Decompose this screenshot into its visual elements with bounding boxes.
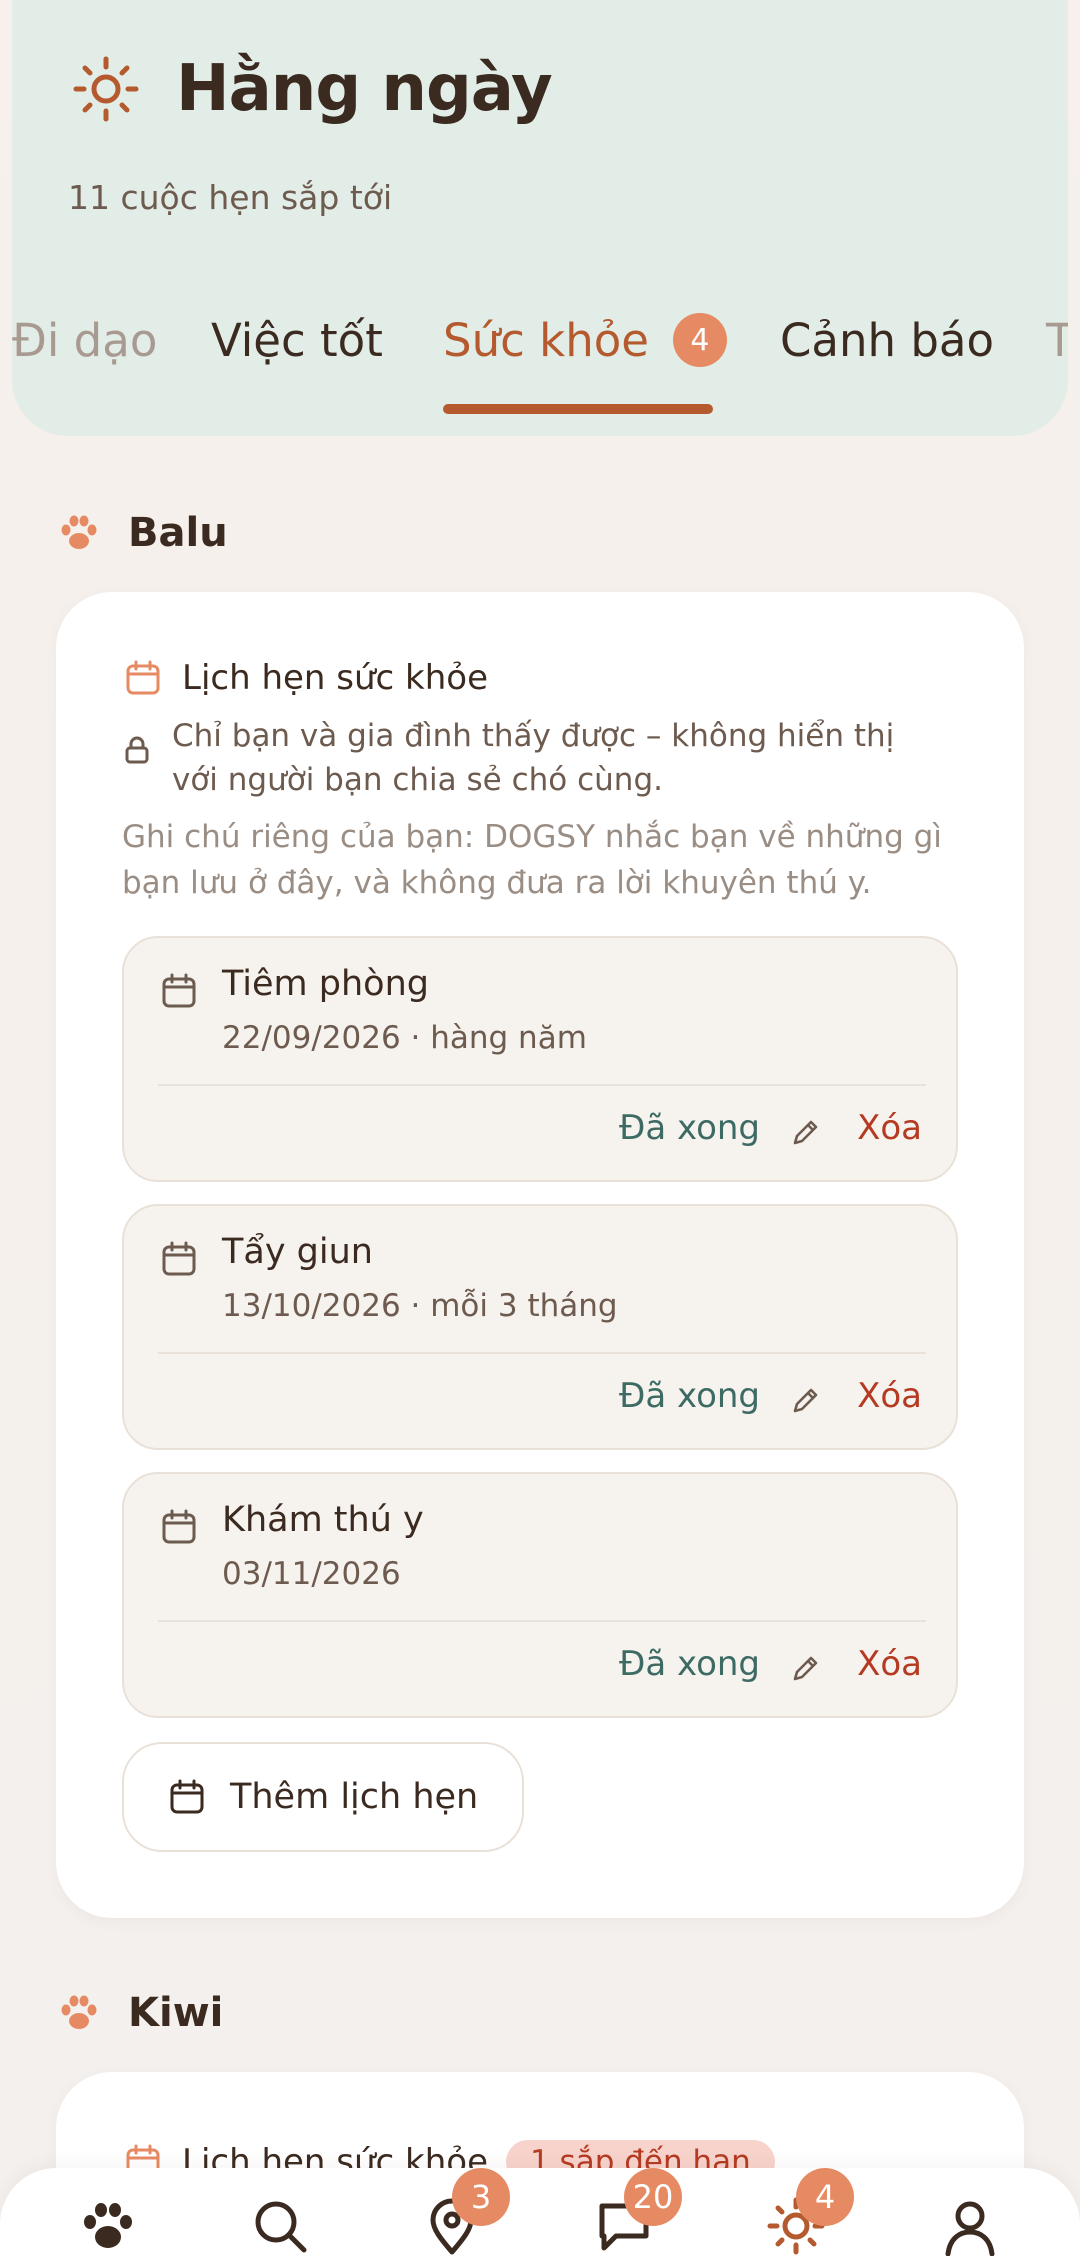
tab-label: Sức khỏe <box>443 313 649 367</box>
divider <box>158 1352 926 1354</box>
calendar-icon <box>162 973 196 1008</box>
appointment-date: 22/09/2026 · hàng năm <box>222 1020 587 1056</box>
edit-pencil-icon[interactable] <box>790 1116 822 1148</box>
delete-button[interactable]: Xóa <box>857 1108 922 1148</box>
nav-badge: 4 <box>796 2168 854 2226</box>
title-row: Hằng ngày <box>72 52 553 126</box>
nav-dogs[interactable] <box>78 2196 138 2256</box>
tab-label: Cảnh báo <box>780 313 995 367</box>
nav-profile[interactable] <box>940 2196 1000 2257</box>
header: Hằng ngày 11 cuộc hẹn sắp tới Đi dạo Việ… <box>12 0 1068 436</box>
appointment-date: 13/10/2026 · mỗi 3 tháng <box>222 1288 618 1324</box>
appointment-title: Tiêm phòng <box>222 964 429 1004</box>
sun-icon <box>73 56 139 122</box>
paw-icon <box>84 2203 132 2248</box>
tab-badge: 4 <box>672 313 727 367</box>
edit-pencil-icon[interactable] <box>790 1384 822 1416</box>
tab-more[interactable]: T <box>1046 304 1068 376</box>
appointment-title: Tẩy giun <box>222 1232 373 1272</box>
calendar-icon <box>126 660 160 695</box>
divider <box>158 1084 926 1086</box>
appointment-card: Tiêm phòng 22/09/2026 · hàng năm Đã xong… <box>122 936 958 1182</box>
tab-label: T <box>1046 313 1068 367</box>
tab-good-deeds[interactable]: Việc tốt <box>211 304 383 376</box>
calendar-icon <box>162 1241 196 1276</box>
done-button[interactable]: Đã xong <box>619 1108 760 1148</box>
nav-places[interactable]: 3 <box>422 2168 510 2256</box>
tab-walks[interactable]: Đi dạo <box>12 304 157 376</box>
pet-name: Kiwi <box>128 1990 224 2036</box>
nav-search[interactable] <box>250 2196 310 2256</box>
divider <box>158 1620 926 1622</box>
done-button[interactable]: Đã xong <box>619 1644 760 1684</box>
appointment-card: Tẩy giun 13/10/2026 · mỗi 3 tháng Đã xon… <box>122 1204 958 1450</box>
pet-header-kiwi: Kiwi <box>58 1990 223 2036</box>
card-title: Lịch hẹn sức khỏe <box>182 658 488 698</box>
privacy-note: Chỉ bạn và gia đình thấy được – không hi… <box>124 714 944 802</box>
add-appointment-label: Thêm lịch hẹn <box>230 1777 479 1817</box>
tab-label: Việc tốt <box>211 313 383 367</box>
search-icon <box>255 2201 307 2253</box>
calendar-icon <box>170 1779 204 1814</box>
edit-pencil-icon[interactable] <box>790 1652 822 1684</box>
nav-daily[interactable]: 4 <box>766 2168 854 2256</box>
nav-badge: 20 <box>624 2168 682 2226</box>
tab-alerts[interactable]: Cảnh báo <box>780 304 994 376</box>
appointment-title: Khám thú y <box>222 1500 424 1540</box>
appointment-date: 03/11/2026 <box>222 1556 401 1592</box>
pet-name: Balu <box>128 510 228 556</box>
page-title: Hằng ngày <box>176 52 553 126</box>
calendar-icon <box>162 1509 196 1544</box>
pet-header-balu: Balu <box>58 510 228 556</box>
bottom-navigation: 3 20 4 <box>0 2168 1080 2268</box>
page-subtitle: 11 cuộc hẹn sắp tới <box>68 178 393 217</box>
tab-health[interactable]: Sức khỏe 4 <box>443 304 727 376</box>
add-appointment-button[interactable]: Thêm lịch hẹn <box>122 1742 525 1852</box>
tab-label: Đi dạo <box>12 313 158 367</box>
tab-active-indicator <box>443 404 713 414</box>
disclaimer-note: Ghi chú riêng của bạn: DOGSY nhắc bạn về… <box>122 819 942 901</box>
paw-icon <box>61 515 97 549</box>
health-card-balu: Lịch hẹn sức khỏe Chỉ bạn và gia đình th… <box>56 592 1024 1918</box>
nav-badge: 3 <box>452 2168 510 2226</box>
appointment-card: Khám thú y 03/11/2026 Đã xong Xóa <box>122 1472 958 1718</box>
delete-button[interactable]: Xóa <box>857 1376 922 1416</box>
privacy-text: Chỉ bạn và gia đình thấy được – không hi… <box>172 718 895 798</box>
profile-icon <box>945 2201 995 2257</box>
paw-icon <box>61 1995 97 2029</box>
card-title-row: Lịch hẹn sức khỏe <box>124 658 488 698</box>
delete-button[interactable]: Xóa <box>857 1644 922 1684</box>
nav-messages[interactable]: 20 <box>594 2168 682 2256</box>
lock-icon <box>125 736 149 764</box>
tab-bar: Đi dạo Việc tốt Sức khỏe 4 Cảnh báo T <box>12 304 1068 414</box>
done-button[interactable]: Đã xong <box>619 1376 760 1416</box>
